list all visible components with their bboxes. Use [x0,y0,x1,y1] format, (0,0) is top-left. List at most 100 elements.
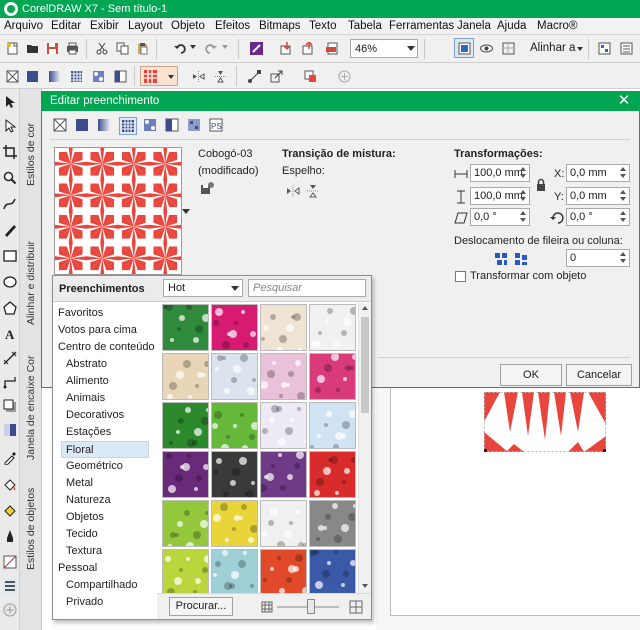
sort-combo[interactable]: Hot [163,279,243,297]
import-button[interactable] [276,38,296,58]
menu-tabela[interactable]: Tabela [348,20,382,32]
pattern-swatch[interactable] [260,402,307,449]
menu-bitmaps[interactable]: Bitmaps [259,20,301,32]
application-launcher-button[interactable] [616,38,636,58]
eyedropper-icon[interactable] [3,451,17,465]
pattern-swatch[interactable] [260,304,307,351]
zoom-tool-icon[interactable] [3,171,17,185]
tree-item-tecido[interactable]: Tecido [66,528,98,540]
fountain-fill-button[interactable] [44,66,64,86]
bitmap-pattern-fill-button[interactable] [88,66,108,86]
spin-arrows-icon[interactable] [620,189,628,203]
redo-dropdown-icon[interactable] [222,45,228,49]
align-dropdown-icon[interactable] [577,47,583,51]
scroll-up-icon[interactable] [362,306,368,310]
paste-button[interactable] [132,38,152,58]
large-thumbnails-icon[interactable] [349,600,363,614]
height-field[interactable]: 100,0 mm [470,187,530,205]
cancel-button[interactable]: Cancelar [566,364,632,386]
uniform-fill-button[interactable] [22,66,42,86]
crop-tool-icon[interactable] [3,145,17,159]
pattern-swatch[interactable] [309,500,356,547]
postscript-fill-type-button[interactable]: PS [208,117,226,135]
copy-button[interactable] [112,38,132,58]
mirror-vertical-button[interactable] [210,66,230,86]
outline-pen-icon[interactable] [3,529,17,543]
pattern-swatch[interactable] [309,402,356,449]
no-fill-type-button[interactable] [52,117,70,135]
menu-janela[interactable]: Janela [457,20,491,32]
docker-tab-color-styles[interactable]: Estilos de cor [22,95,40,213]
object-properties-icon[interactable] [3,579,17,593]
docker-tab-object-styles[interactable]: Estilos de objetos [22,475,40,583]
x-field[interactable]: 0,0 mm [566,164,630,182]
pattern-swatch[interactable] [211,304,258,351]
tree-item-metal[interactable]: Metal [66,477,93,489]
mirror-horizontal-icon[interactable] [286,184,300,198]
y-field[interactable]: 0,0 mm [566,187,630,205]
menu-exibir[interactable]: Exibir [90,20,119,32]
pattern-preview[interactable] [54,147,182,275]
pattern-swatch[interactable] [211,402,258,449]
spin-arrows-icon[interactable] [620,210,628,224]
tree-item-textura[interactable]: Textura [66,545,102,557]
scrollbar-thumb[interactable] [361,317,369,413]
undo-button[interactable] [170,38,190,58]
tree-item-compartilhado[interactable]: Compartilhado [66,579,138,591]
rotate-field[interactable]: 0,0 ° [566,208,630,226]
options-button[interactable] [594,38,614,58]
pattern-swatch[interactable] [211,500,258,547]
tree-item-favoritos[interactable]: Favoritos [58,307,103,319]
align-to-label[interactable]: Alinhar a [530,42,575,54]
docker-tab-color[interactable]: Janela de encaixe Cor [22,349,40,467]
two-color-pattern-fill-type-button[interactable] [164,117,182,135]
pattern-swatch[interactable] [260,549,307,593]
menu-arquivo[interactable]: Arquivo [4,20,43,32]
transform-with-object-label[interactable]: Transformar com objeto [470,270,586,282]
menu-objeto[interactable]: Objeto [171,20,205,32]
tree-item-objetos[interactable]: Objetos [66,511,104,523]
open-button[interactable] [22,38,42,58]
tree-item-animais[interactable]: Animais [66,392,105,404]
publish-pdf-button[interactable] [322,38,342,58]
pattern-swatch[interactable] [260,353,307,400]
thumbnail-size-slider-thumb[interactable] [307,599,315,614]
uniform-fill-type-button[interactable] [74,117,92,135]
undo-dropdown-icon[interactable] [190,45,196,49]
interactive-fill-icon[interactable] [3,477,17,491]
no-fill-button[interactable] [2,66,22,86]
pattern-swatch[interactable] [211,451,258,498]
print-button[interactable] [62,38,82,58]
menu-layout[interactable]: Layout [128,20,163,32]
pattern-swatch[interactable] [309,549,356,593]
pattern-swatch[interactable] [162,549,209,593]
pattern-swatch[interactable] [211,353,258,400]
pattern-swatch[interactable] [162,353,209,400]
drop-shadow-icon[interactable] [3,399,17,413]
menu-macro[interactable]: Macro® [537,20,577,32]
spin-arrows-icon[interactable] [520,166,528,180]
menu-efeitos[interactable]: Efeitos [215,20,250,32]
pattern-swatch[interactable] [309,304,356,351]
add-tool-icon[interactable] [3,603,17,617]
export-button[interactable] [298,38,318,58]
pattern-grid-scrollbar[interactable] [358,303,371,593]
vector-pattern-fill-button[interactable] [66,66,86,86]
mirror-vertical-icon[interactable] [306,184,320,198]
spin-arrows-icon[interactable] [620,251,628,265]
pattern-swatch[interactable] [162,500,209,547]
docker-tab-align-distribute[interactable]: Alinhar e distribuir [22,227,40,339]
smart-fill-icon[interactable] [3,503,17,517]
rectangle-tool-icon[interactable] [3,249,17,263]
transform-with-object-checkbox[interactable] [455,271,466,282]
library-search-input[interactable]: Pesquisar [248,279,366,297]
menu-ajuda[interactable]: Ajuda [497,20,526,32]
save-pattern-icon[interactable] [200,182,214,196]
lock-icon[interactable] [536,178,546,192]
connector-tool-icon[interactable] [3,375,17,389]
pattern-filled-object[interactable] [484,392,606,452]
scroll-down-icon[interactable] [362,584,368,588]
pick-tool-icon[interactable] [3,95,17,109]
menu-editar[interactable]: Editar [51,20,81,32]
pattern-swatch[interactable] [309,451,356,498]
